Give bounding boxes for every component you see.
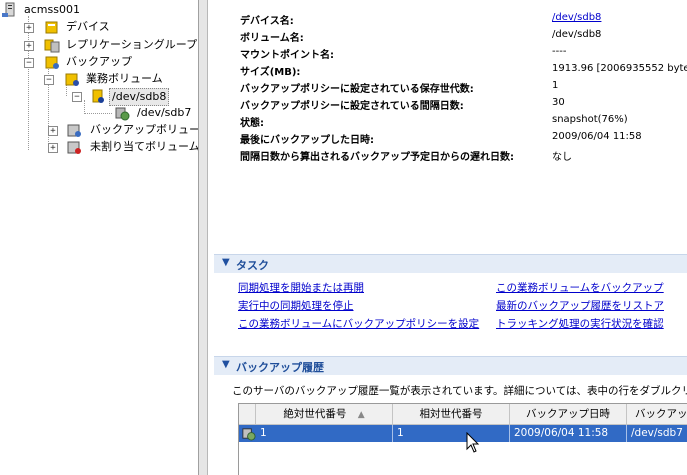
last-backup-value: 2009/06/04 11:58 (552, 131, 642, 142)
server-icon (2, 2, 15, 17)
task-backup-link[interactable]: この業務ボリュームをバックアップ (496, 280, 664, 295)
tree-label-business-volumes: 業務ボリューム (86, 72, 163, 85)
status-label: 状態: (240, 118, 264, 129)
mouse-cursor-icon (466, 432, 480, 453)
last-backup-label: 最後にバックアップした日時: (240, 135, 374, 146)
mount-point-value: ---- (552, 46, 567, 57)
column-label: バックアップ日時 (526, 408, 610, 420)
delay-label: 間隔日数から算出されるバックアップ予定日からの遅れ日数: (240, 152, 514, 163)
cell-relative-gen: 1 (393, 425, 510, 442)
column-label: 相対世代番号 (419, 408, 483, 420)
tasks-section-header[interactable]: ▼ タスク (214, 254, 687, 273)
navigation-tree: acmss001 + デバイス + レプリケーショングループ − バックアップ … (0, 0, 199, 475)
interval-label: バックアップポリシーに設定されている間隔日数: (240, 101, 464, 112)
collapse-icon[interactable]: − (44, 75, 54, 85)
unassigned-volume-icon (67, 141, 81, 154)
interval-value: 30 (552, 97, 565, 108)
volume-name-value: /dev/sdb8 (552, 29, 602, 40)
expand-icon[interactable]: + (48, 126, 58, 136)
expand-icon[interactable]: + (24, 23, 34, 33)
tasks-section-title: タスク (236, 259, 269, 272)
column-label: バックアッ (635, 408, 687, 420)
backup-volume-icon (242, 428, 256, 441)
volume-icon (92, 89, 104, 103)
backup-icon (45, 56, 59, 69)
collapse-icon[interactable]: − (72, 92, 82, 102)
task-set-policy-link[interactable]: この業務ボリュームにバックアップポリシーを設定 (238, 316, 479, 331)
task-tracking-link[interactable]: トラッキング処理の実行状況を確認 (496, 316, 664, 331)
mount-point-label: マウントポイント名: (240, 50, 334, 61)
business-volume-icon (65, 73, 79, 86)
device-icon (45, 21, 58, 34)
generations-value: 1 (552, 80, 559, 91)
history-section-header[interactable]: ▼ バックアップ履歴 (214, 356, 687, 375)
history-section-title: バックアップ履歴 (236, 361, 324, 374)
expand-icon[interactable]: + (48, 143, 58, 153)
cell-backup-date: 2009/06/04 11:58 (510, 425, 627, 442)
tree-label-devices: デバイス (66, 20, 110, 33)
size-label: サイズ(MB): (240, 67, 301, 78)
collapse-arrow-icon[interactable]: ▼ (222, 257, 230, 268)
tree-label-backup: バックアップ (66, 55, 132, 68)
tree-connector (84, 113, 112, 114)
collapse-icon[interactable]: − (24, 58, 34, 68)
status-value: snapshot(76%) (552, 114, 628, 125)
history-description: このサーバのバックアップ履歴一覧が表示されています。詳細については、表中の行をダ… (232, 385, 687, 397)
tree-connector (28, 16, 29, 150)
history-table: 絶対世代番号 ▲ 相対世代番号 バックアップ日時 バックアッ 1 1 2009/… (238, 403, 687, 475)
tree-label-server: acmss001 (24, 3, 80, 16)
collapse-arrow-icon[interactable]: ▼ (222, 359, 230, 370)
device-name-link[interactable]: /dev/sdb8 (552, 12, 601, 23)
size-value: 1913.96 [2006935552 byte (552, 63, 687, 74)
backup-volume-icon (115, 107, 130, 121)
task-stop-sync-link[interactable]: 実行中の同期処理を停止 (238, 298, 354, 313)
device-name-label: デバイス名: (240, 16, 294, 27)
tree-label-replication-groups: レプリケーショングループ (66, 38, 198, 51)
backup-volumes-icon (67, 124, 81, 137)
detail-panel: デバイス名: /dev/sdb8 ボリューム名: /dev/sdb8 マウントポ… (208, 0, 687, 475)
tree-label-sdb8: /dev/sdb8 (109, 88, 170, 106)
tree-connector (84, 100, 85, 112)
generations-label: バックアップポリシーに設定されている保存世代数: (240, 84, 474, 95)
splitter[interactable] (199, 0, 208, 475)
task-start-sync-link[interactable]: 同期処理を開始または再開 (238, 280, 364, 295)
table-header-absolute-gen[interactable]: 絶対世代番号 ▲ (256, 404, 393, 425)
table-header-backup-date[interactable]: バックアップ日時 (510, 404, 627, 425)
cell-backup-volume: /dev/sdb7 (631, 427, 683, 439)
table-header-icon (239, 404, 256, 425)
volume-name-label: ボリューム名: (240, 33, 304, 44)
delay-value: なし (552, 152, 572, 163)
table-header-relative-gen[interactable]: 相対世代番号 (393, 404, 510, 425)
expand-icon[interactable]: + (24, 41, 34, 51)
tree-label-backup-volumes: バックアップボリューム (90, 123, 199, 136)
sort-ascending-icon: ▲ (357, 410, 365, 420)
cell-absolute-gen: 1 (256, 425, 393, 442)
replication-icon (44, 39, 60, 53)
task-restore-history-link[interactable]: 最新のバックアップ履歴をリストア (496, 298, 664, 313)
tree-label-sdb7: /dev/sdb7 (137, 106, 192, 119)
table-row[interactable]: 1 1 2009/06/04 11:58 /dev/sdb7 (239, 425, 687, 442)
tree-label-unassigned-volumes: 未割り当てボリューム (90, 140, 199, 153)
column-label: 絶対世代番号 (283, 408, 347, 420)
table-header-backup-volume[interactable]: バックアッ (627, 404, 687, 425)
